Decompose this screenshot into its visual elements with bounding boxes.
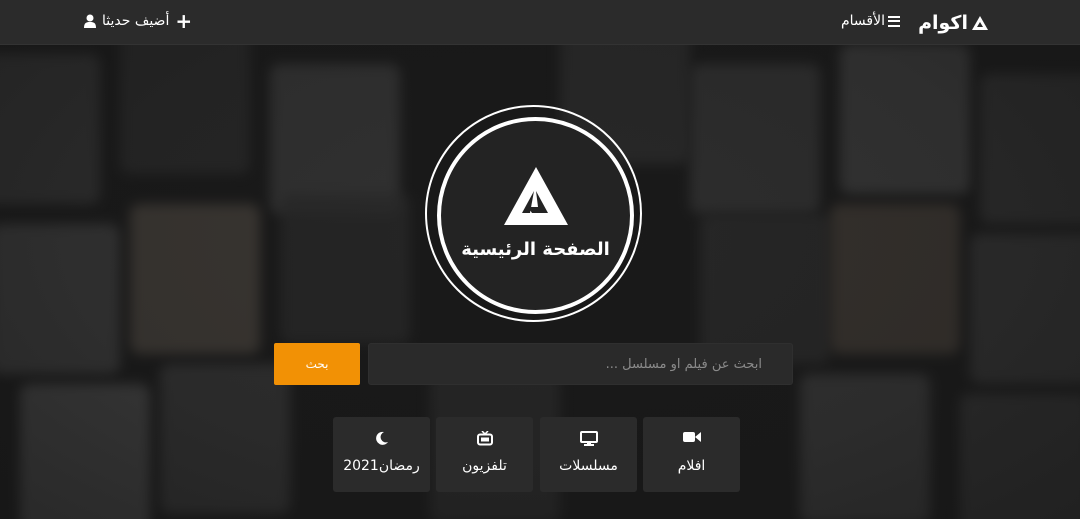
- category-tv[interactable]: تلفزيون: [436, 417, 533, 492]
- site-logo-text: اكوام: [918, 12, 968, 34]
- top-navigation-bar: اكوام الأقسام أضيف حديثا +: [0, 0, 1080, 45]
- user-icon: [84, 14, 96, 28]
- search-button[interactable]: بحث: [274, 343, 360, 385]
- category-ramadan[interactable]: رمضان2021: [333, 417, 430, 492]
- akwam-logo-icon: [972, 16, 988, 30]
- category-label: افلام: [677, 458, 706, 474]
- category-series[interactable]: مسلسلات: [540, 417, 637, 492]
- categories-menu-label: الأقسام: [841, 13, 885, 29]
- recently-added-link[interactable]: أضيف حديثا +: [84, 9, 193, 33]
- hamburger-icon: [888, 15, 900, 27]
- akwam-logo-icon: [504, 167, 568, 225]
- category-movies[interactable]: افلام: [643, 417, 740, 492]
- page: اكوام الأقسام أضيف حديثا + الصفحة الرئيس…: [0, 0, 1080, 519]
- tv-icon: [476, 431, 493, 446]
- site-logo[interactable]: اكوام: [918, 12, 988, 34]
- moon-icon: [375, 431, 388, 445]
- page-title: الصفحة الرئيسية: [461, 239, 610, 260]
- category-label: مسلسلات: [559, 458, 618, 474]
- video-camera-icon: [682, 432, 701, 442]
- home-hero-circle[interactable]: الصفحة الرئيسية: [437, 117, 634, 314]
- category-label: تلفزيون: [462, 458, 507, 474]
- plus-icon: +: [175, 9, 193, 33]
- monitor-icon: [579, 431, 598, 446]
- categories-menu-link[interactable]: الأقسام: [841, 13, 900, 29]
- recently-added-label: أضيف حديثا: [102, 13, 170, 29]
- category-label: رمضان2021: [343, 458, 420, 474]
- search-input[interactable]: [368, 343, 793, 385]
